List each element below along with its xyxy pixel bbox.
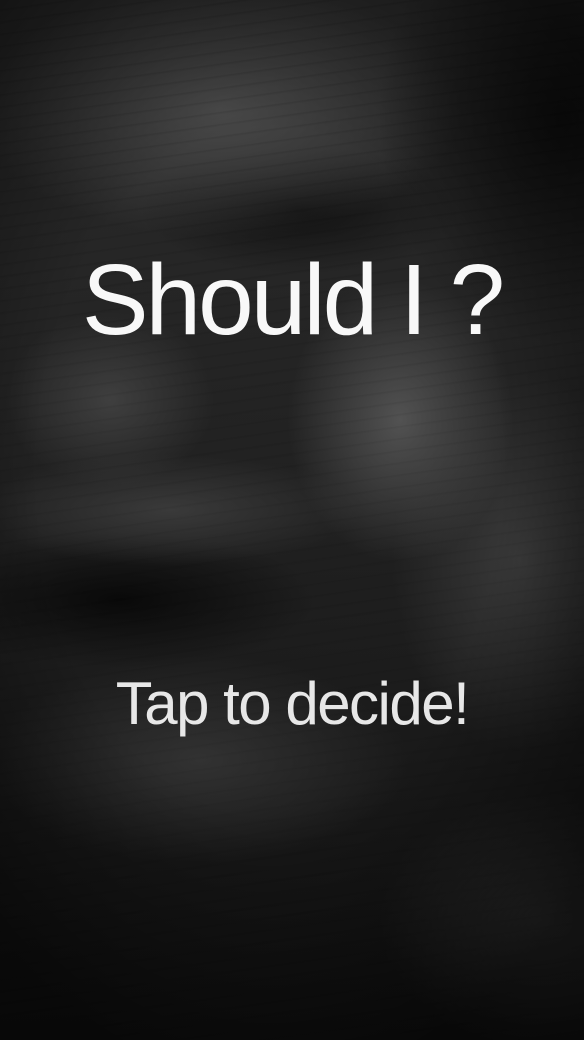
decision-screen[interactable]: Should I ? Tap to decide! bbox=[0, 0, 584, 1040]
tap-to-decide-prompt[interactable]: Tap to decide! bbox=[0, 668, 584, 740]
question-title: Should I ? bbox=[81, 244, 505, 356]
background-vignette bbox=[0, 0, 584, 1040]
